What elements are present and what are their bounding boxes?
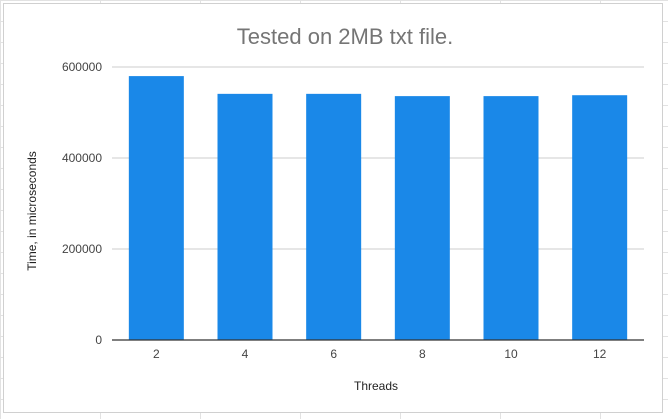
y-axis-ticks: 0 200000 400000 600000 [62, 60, 102, 347]
y-tick-label: 600000 [62, 60, 102, 74]
y-axis-label: Time, in microseconds [25, 151, 39, 271]
bar-threads-2 [128, 76, 184, 340]
bars [128, 76, 628, 341]
x-tick-label: 8 [419, 347, 426, 361]
x-axis-ticks: 2 4 6 8 10 12 [153, 347, 607, 361]
x-tick-label: 6 [330, 347, 337, 361]
y-tick-label: 400000 [62, 151, 102, 165]
x-tick-label: 2 [153, 347, 160, 361]
x-tick-label: 4 [242, 347, 249, 361]
x-tick-label: 10 [504, 347, 518, 361]
bar-threads-6 [306, 93, 362, 340]
y-tick-label: 0 [95, 333, 102, 347]
bar-chart: Tested on 2MB txt file. 0 200000 400000 600… [25, 24, 644, 393]
x-axis-label: Threads [354, 379, 398, 393]
chart-title: Tested on 2MB txt file. [237, 24, 453, 49]
y-tick-label: 200000 [62, 242, 102, 256]
gridlines [112, 66, 644, 250]
bar-threads-10 [483, 96, 539, 341]
bar-threads-8 [394, 96, 450, 341]
bar-threads-4 [217, 93, 273, 340]
x-tick-label: 12 [593, 347, 607, 361]
bar-threads-12 [572, 95, 628, 341]
